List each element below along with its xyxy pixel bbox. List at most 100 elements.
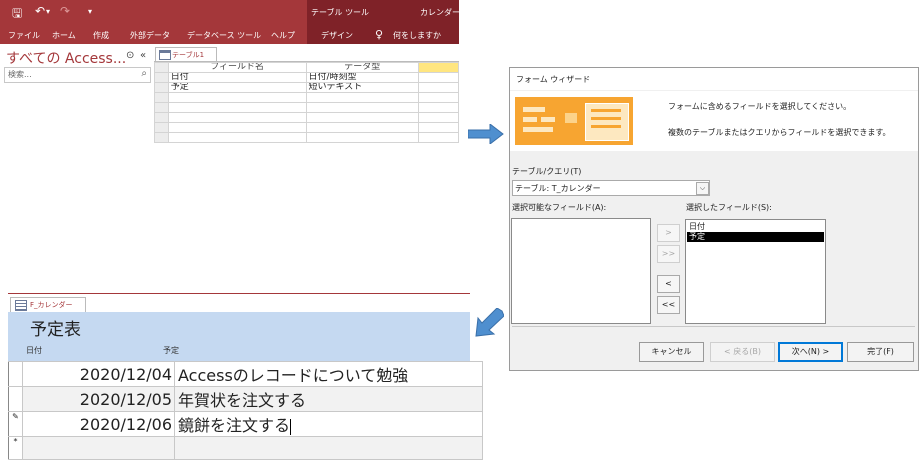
tab-external-data[interactable]: 外部データ [130,30,170,41]
available-fields-label: 選択可能なフィールド(A): [512,203,607,212]
description-cell[interactable] [417,122,460,133]
description-cell[interactable] [417,92,460,103]
selected-fields-list[interactable]: 日付 予定 [685,219,826,324]
tab-f-calendar[interactable]: F_カレンダー [10,297,86,312]
plan-field-new[interactable] [174,436,483,460]
data-type-cell[interactable] [305,112,419,123]
field-name-cell[interactable] [167,132,307,143]
table-icon [159,50,171,60]
field-name-cell[interactable]: 予定 [167,82,307,93]
available-fields-list[interactable] [511,218,651,324]
field-name-header: フィールド名 [167,62,307,73]
field-name-cell[interactable] [167,112,307,123]
arrow-right-icon [468,124,504,144]
tell-me-box[interactable]: 何をしますか [393,30,441,41]
customize-qat-icon[interactable]: ▾ [88,7,92,16]
search-icon[interactable]: ⌕ [141,68,147,79]
nav-menu-icon[interactable]: ⊙ [126,50,134,61]
list-item[interactable]: 日付 [687,222,824,232]
record-selector[interactable] [8,361,23,387]
form-title: 予定表 [30,320,81,340]
table-row: ✎ 2020/12/06 鏡餅を注文する [8,411,483,437]
save-icon[interactable]: 🖫 [12,4,22,25]
description-cell[interactable] [417,72,460,83]
header-selector [154,62,169,73]
row-selector[interactable] [154,132,169,143]
record-selector-editing[interactable]: ✎ [8,411,23,437]
tab-design[interactable]: デザイン [321,30,353,41]
form-wizard-dialog: フォーム ウィザード フォームに含めるフィールドを選択してください。 複数のテー… [509,67,919,371]
row-selector[interactable] [154,82,169,93]
remove-all-fields-button[interactable]: << [657,296,680,314]
table-query-select[interactable]: テーブル: T_カレンダー ⌵ [512,180,710,196]
tab-table1[interactable]: テーブル1 [155,47,217,62]
wizard-illustration [515,97,633,145]
tab-home[interactable]: ホーム [52,30,76,41]
date-field[interactable]: 2020/12/06 [22,411,175,437]
finish-button[interactable]: 完了(F) [847,342,914,362]
new-record-selector[interactable]: * [8,436,23,460]
plan-field[interactable]: 年賀状を注文する [174,386,483,412]
undo-icon[interactable]: ↶ [35,4,45,18]
table-query-label: テーブル/クエリ(T) [512,167,582,176]
add-all-fields-button[interactable]: >> [657,245,680,263]
arrow-down-left-icon [475,308,504,337]
collapse-nav-icon[interactable]: « [140,50,146,61]
cancel-button[interactable]: キャンセル [639,342,704,362]
chevron-down-icon[interactable]: ⌵ [696,182,709,195]
redo-icon[interactable]: ↷ [60,4,70,18]
description-cell[interactable] [417,102,460,113]
document-title: カレンダー [420,8,460,17]
field-name-cell[interactable] [167,102,307,113]
data-type-cell[interactable] [305,102,419,113]
nav-search-box[interactable]: 検索... ⌕ [4,67,151,83]
date-column-label: 日付 [26,346,42,355]
undo-dropdown-icon[interactable]: ▾ [46,7,50,16]
table-row-new: * [8,436,483,460]
plan-field-text: 鏡餅を注文する [178,416,291,435]
tab-help[interactable]: ヘルプ [271,30,295,41]
field-name-cell[interactable] [167,92,307,103]
tab-create[interactable]: 作成 [93,30,109,41]
field-name-cell[interactable]: 日付 [167,72,307,83]
plan-field[interactable]: Accessのレコードについて勉強 [174,361,483,387]
date-field[interactable]: 2020/12/04 [22,361,175,387]
data-type-cell[interactable] [305,92,419,103]
row-selector[interactable] [154,92,169,103]
date-field-new[interactable] [22,436,175,460]
date-field[interactable]: 2020/12/05 [22,386,175,412]
form-records: 2020/12/04 Accessのレコードについて勉強 2020/12/05 … [8,361,483,460]
row-selector[interactable] [154,112,169,123]
dialog-title-bar: フォーム ウィザード [510,68,918,90]
add-field-button[interactable]: > [657,224,680,242]
row-selector[interactable] [154,102,169,113]
description-cell[interactable] [417,112,460,123]
text-cursor [290,418,292,435]
tab-f-calendar-label: F_カレンダー [30,301,73,309]
data-type-header: データ型 [305,62,419,73]
table-row: 2020/12/05 年賀状を注文する [8,386,483,412]
data-type-cell[interactable]: 短いテキスト [305,82,419,93]
tab-file[interactable]: ファイル [8,30,40,41]
selected-fields-label: 選択したフィールド(S): [686,203,772,212]
data-type-cell[interactable]: 日付/時刻型 [305,72,419,83]
dialog-divider [512,326,915,327]
nav-pane-title[interactable]: すべての Access... [6,48,126,68]
data-type-cell[interactable] [305,122,419,133]
row-selector[interactable] [154,122,169,133]
list-item-selected[interactable]: 予定 [687,232,824,242]
remove-field-button[interactable]: < [657,275,680,293]
tab-database-tools[interactable]: データベース ツール [187,30,261,41]
form-icon [15,300,27,311]
record-selector[interactable] [8,386,23,412]
description-cell[interactable] [417,132,460,143]
data-type-cell[interactable] [305,132,419,143]
row-selector[interactable] [154,72,169,83]
description-cell[interactable] [417,82,460,93]
plan-field-editing[interactable]: 鏡餅を注文する [174,411,483,437]
form-top-border [8,293,470,294]
back-button[interactable]: < 戻る(B) [710,342,775,362]
field-name-cell[interactable] [167,122,307,133]
next-button[interactable]: 次へ(N) > [778,342,843,362]
table-query-value: テーブル: T_カレンダー [515,184,601,193]
